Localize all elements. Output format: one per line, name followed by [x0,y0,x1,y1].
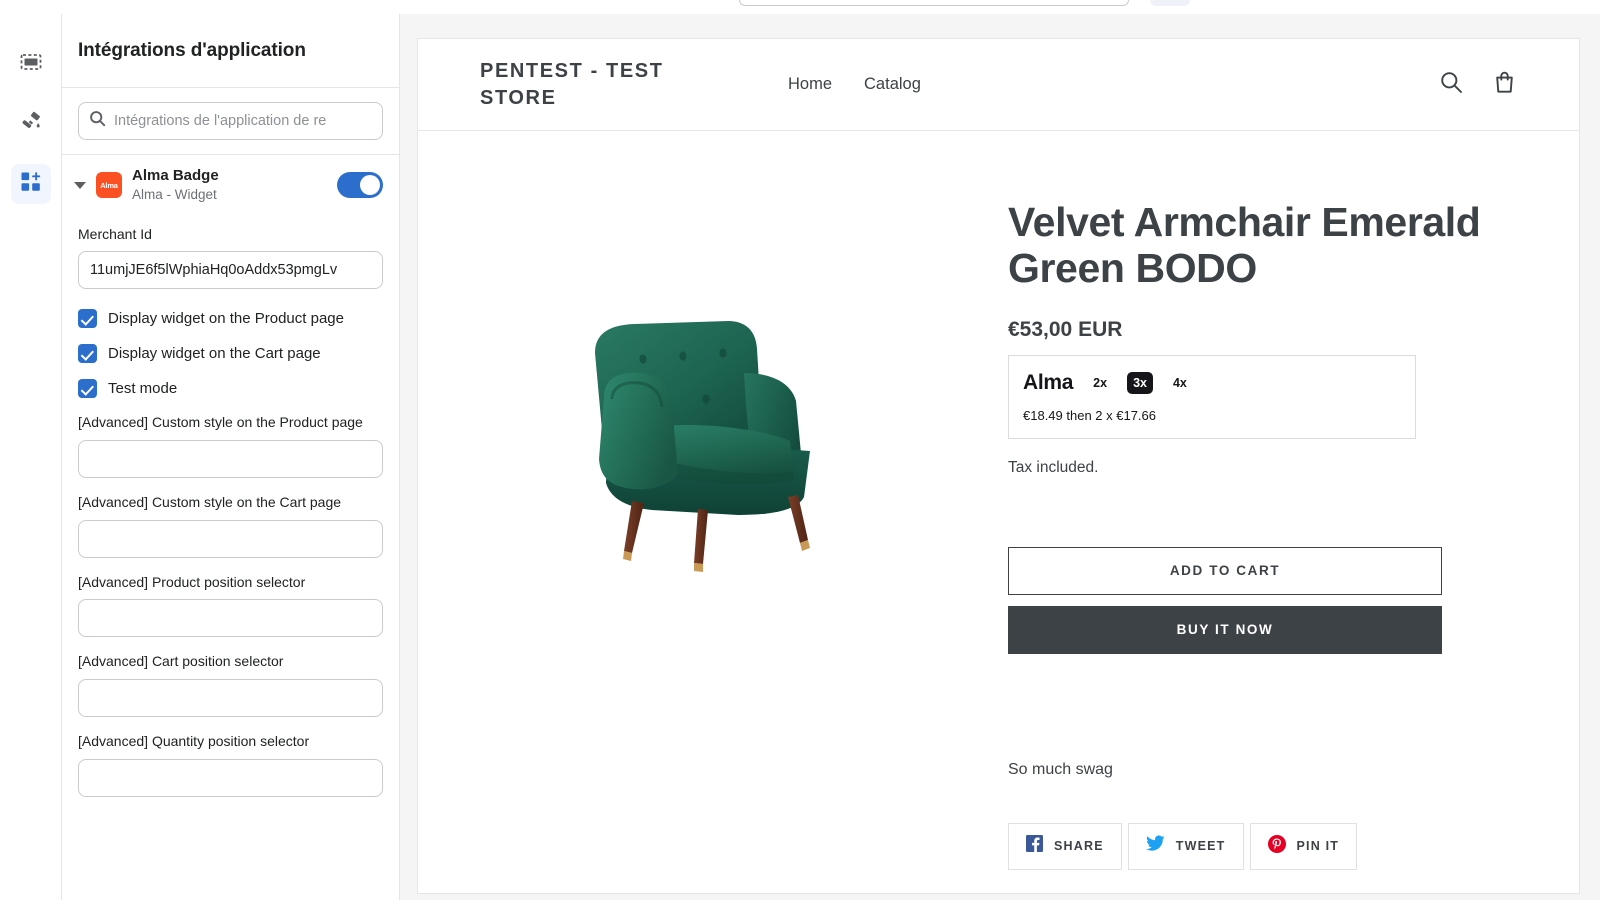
product-price: €53,00 EUR [1008,317,1123,341]
app-block-text: Alma Badge Alma - Widget [132,167,327,204]
search-icon [89,110,106,132]
checkbox-label-test-mode: Test mode [108,380,178,398]
nav-link-catalog[interactable]: Catalog [864,75,921,94]
field-label-quantity-position-selector: [Advanced] Quantity position selector [78,733,310,750]
alma-app-icon: Alma [96,172,122,199]
product-info: Velvet Armchair Emerald Green BODO €53,0… [1008,131,1579,870]
search-icon[interactable] [1439,70,1464,100]
field-label-merchant-id: Merchant Id [78,225,152,242]
product-description: So much swag [1008,760,1113,778]
alma-wordmark: Alma [1023,370,1074,394]
share-button-facebook[interactable]: SHARE [1008,822,1122,870]
custom-style-cart-input[interactable] [78,519,383,558]
checkbox-display-product-page[interactable] [78,309,97,329]
store-logo[interactable]: PENTEST - TEST STORE [480,58,730,112]
store-header: PENTEST - TEST STORE Home Catalog [418,39,1579,131]
share-button-twitter[interactable]: TWEET [1127,822,1244,870]
browser-top-strip [0,0,1600,14]
url-bar-partial[interactable] [739,0,1129,6]
checkbox-row-product-page[interactable]: Display widget on the Product page [78,309,383,329]
product-image[interactable] [418,131,1008,751]
app-settings-form: Merchant Id Display widget on the Produc… [62,218,399,817]
checkbox-test-mode[interactable] [78,379,97,399]
cart-position-selector-input[interactable] [78,679,383,718]
app-block-title: Alma Badge [132,167,219,184]
chevron-down-icon[interactable] [74,181,86,189]
app-block-row[interactable]: Alma Alma Badge Alma - Widget [62,155,399,218]
checkbox-display-cart-page[interactable] [78,344,97,364]
alma-installment-detail: €18.49 then 2 x €17.66 [1023,407,1157,423]
alma-plan-2x[interactable]: 2x [1087,372,1113,394]
checkbox-row-cart-page[interactable]: Display widget on the Cart page [78,344,383,364]
panel-search-section [62,88,399,155]
share-label-twitter: TWEET [1175,839,1226,854]
armchair-illustration [595,321,810,572]
field-label-custom-style-product: [Advanced] Custom style on the Product p… [78,414,363,431]
sections-icon [19,50,43,79]
store-header-icons [1439,70,1517,100]
tax-note: Tax included. [1008,458,1099,476]
store-nav: Home Catalog [788,75,921,94]
field-label-cart-position-selector: [Advanced] Cart position selector [78,653,284,670]
theme-settings-icon [19,110,43,139]
rail-item-theme-settings[interactable] [11,104,51,144]
quantity-position-selector-input[interactable] [78,758,383,797]
alma-plan-4x[interactable]: 4x [1167,372,1193,394]
rail-item-app-embeds[interactable] [10,164,51,204]
share-row: SHARE TWEET PIN IT [1008,822,1519,870]
facebook-icon [1026,835,1043,857]
field-label-product-position-selector: [Advanced] Product position selector [78,573,306,590]
checkbox-label-product-page: Display widget on the Product page [108,310,344,328]
rail-item-sections[interactable] [11,44,51,84]
checkbox-label-cart-page: Display widget on the Cart page [108,345,321,363]
panel-header: Intégrations d'application [62,14,399,88]
storefront-preview: PENTEST - TEST STORE Home Catalog Velvet… [417,38,1580,894]
search-box[interactable] [78,102,383,140]
app-embeds-settings-panel: Intégrations d'application Alma Alma Bad… [62,14,400,900]
app-enabled-toggle[interactable] [337,172,383,199]
nav-link-home[interactable]: Home [788,75,832,94]
share-label-facebook: SHARE [1054,839,1104,854]
app-embeds-icon [20,171,42,198]
checkbox-row-test-mode[interactable]: Test mode [78,379,383,399]
alma-payment-widget: Alma 2x 3x 4x €18.49 then 2 x €17.66 [1008,354,1416,439]
pinterest-icon [1267,834,1286,858]
top-right-button-partial[interactable] [1150,0,1190,6]
share-label-pinterest: PIN IT [1296,839,1340,854]
add-to-cart-button[interactable]: ADD TO CART [1008,546,1442,595]
product-title: Velvet Armchair Emerald Green BODO [1008,199,1481,292]
twitter-icon [1145,835,1165,857]
alma-plan-3x[interactable]: 3x [1127,371,1153,394]
app-block-subtitle: Alma - Widget [132,186,217,202]
merchant-id-input[interactable] [78,251,383,290]
field-label-custom-style-cart: [Advanced] Custom style on the Cart page [78,494,342,510]
buy-it-now-button[interactable]: BUY IT NOW [1008,605,1442,654]
cart-icon[interactable] [1492,70,1517,100]
search-input[interactable] [114,113,372,129]
editor-icon-rail [0,14,62,900]
product-area: Velvet Armchair Emerald Green BODO €53,0… [418,131,1579,870]
custom-style-product-input[interactable] [78,440,383,478]
product-position-selector-input[interactable] [78,599,383,638]
share-button-pinterest[interactable]: PIN IT [1249,822,1358,870]
alma-widget-plans: Alma 2x 3x 4x [1023,371,1401,395]
page-title: Intégrations d'application [78,39,306,61]
